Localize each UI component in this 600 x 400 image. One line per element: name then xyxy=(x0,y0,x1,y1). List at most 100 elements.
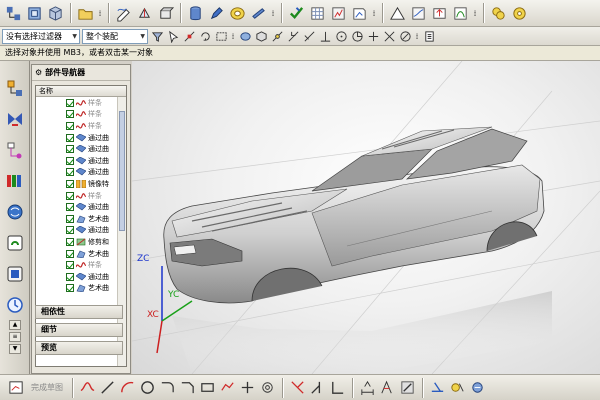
curve-icon[interactable] xyxy=(451,4,470,23)
chamfer-icon[interactable] xyxy=(179,379,196,396)
tree-row[interactable]: 通过曲 xyxy=(36,271,126,283)
visibility-checkbox[interactable] xyxy=(66,168,74,177)
snap-line-icon[interactable] xyxy=(302,29,316,43)
visibility-checkbox[interactable] xyxy=(66,133,74,142)
tree-row[interactable]: 艺术曲 xyxy=(36,213,126,225)
visibility-checkbox[interactable] xyxy=(66,226,74,235)
tree-row[interactable]: 艺术曲 xyxy=(36,248,126,260)
scroll-down-icon[interactable]: ▼ xyxy=(9,344,21,354)
dependencies-section[interactable]: 相依性 xyxy=(35,305,123,319)
snap-arc-center-icon[interactable] xyxy=(398,29,412,43)
dimension-icon[interactable] xyxy=(359,379,376,396)
point-icon[interactable] xyxy=(239,379,256,396)
selection-scope-dropdown[interactable]: 整个装配 ▼ xyxy=(82,28,148,44)
sew-icon[interactable] xyxy=(489,4,508,23)
tree-row[interactable]: 样条 xyxy=(36,190,126,202)
snap-center-icon[interactable] xyxy=(334,29,348,43)
cube-icon[interactable] xyxy=(46,4,65,23)
shaded-view-icon[interactable] xyxy=(238,29,252,43)
fillet-icon[interactable] xyxy=(159,379,176,396)
cylinder-icon[interactable] xyxy=(186,4,205,23)
toolbar-overflow-icon[interactable]: ⁞ xyxy=(97,9,103,18)
sheet-icon[interactable] xyxy=(350,4,369,23)
reuse-library-icon[interactable] xyxy=(4,170,26,192)
sketch-icon[interactable] xyxy=(114,4,133,23)
select-arrow-icon[interactable] xyxy=(166,29,180,43)
polygon-icon[interactable] xyxy=(219,379,236,396)
show-constraints-icon[interactable] xyxy=(429,379,446,396)
quick-extend-icon[interactable] xyxy=(309,379,326,396)
layer-icon[interactable] xyxy=(25,4,44,23)
profile-icon[interactable] xyxy=(79,379,96,396)
constraint-navigator-icon[interactable] xyxy=(4,108,26,130)
toolbar-overflow-icon[interactable]: ⁞ xyxy=(230,32,236,41)
cube-view-icon[interactable] xyxy=(254,29,268,43)
box-select-icon[interactable] xyxy=(214,29,228,43)
part-navigator-icon[interactable] xyxy=(4,4,23,23)
visibility-checkbox[interactable] xyxy=(66,261,74,270)
system-materials-icon[interactable] xyxy=(4,263,26,285)
tree-row[interactable]: 通过曲 xyxy=(36,155,126,167)
feature-icon[interactable] xyxy=(430,4,449,23)
check-icon[interactable] xyxy=(287,4,306,23)
visibility-checkbox[interactable] xyxy=(66,237,74,246)
grid-icon[interactable] xyxy=(308,4,327,23)
convert-reference-icon[interactable] xyxy=(469,379,486,396)
offset-icon[interactable] xyxy=(259,379,276,396)
toolbar-overflow-icon[interactable]: ⁞ xyxy=(472,9,478,18)
column-header-name[interactable]: 名称 xyxy=(36,86,126,97)
visibility-checkbox[interactable] xyxy=(66,145,74,154)
tree-row[interactable]: 通过曲 xyxy=(36,132,126,144)
tree-row[interactable]: 艺术曲 xyxy=(36,283,126,295)
circle-icon[interactable] xyxy=(139,379,156,396)
line-icon[interactable] xyxy=(99,379,116,396)
scroll-thumb[interactable] xyxy=(119,111,125,231)
open-folder-icon[interactable] xyxy=(76,4,95,23)
web-browser-icon[interactable] xyxy=(4,201,26,223)
visibility-checkbox[interactable] xyxy=(66,179,74,188)
snap-midpoint-icon[interactable] xyxy=(286,29,300,43)
extrude-icon[interactable] xyxy=(135,4,154,23)
assembly-navigator-icon[interactable] xyxy=(4,77,26,99)
tree-row[interactable]: 镜像特 xyxy=(36,178,126,190)
visibility-checkbox[interactable] xyxy=(66,214,74,223)
rectangle-icon[interactable] xyxy=(199,379,216,396)
measure-icon[interactable] xyxy=(249,4,268,23)
quick-trim-icon[interactable] xyxy=(289,379,306,396)
pen-icon[interactable] xyxy=(207,4,226,23)
visibility-checkbox[interactable] xyxy=(66,284,74,293)
surface-icon[interactable] xyxy=(409,4,428,23)
history-icon[interactable] xyxy=(4,232,26,254)
visibility-checkbox[interactable] xyxy=(66,110,74,119)
torus-icon[interactable] xyxy=(228,4,247,23)
visibility-checkbox[interactable] xyxy=(66,272,74,281)
snap-existing-point-icon[interactable] xyxy=(366,29,380,43)
tree-row[interactable]: 样条 xyxy=(36,97,126,109)
toolbar-overflow-icon[interactable]: ⁞ xyxy=(414,32,420,41)
rotate-icon[interactable] xyxy=(198,29,212,43)
constraint-icon[interactable] xyxy=(379,379,396,396)
snap-quadrant-icon[interactable] xyxy=(350,29,364,43)
list-icon[interactable] xyxy=(422,29,436,43)
type-filter-dropdown[interactable]: 没有选择过滤器 ▼ xyxy=(2,28,80,44)
toolbar-overflow-icon[interactable]: ⁞ xyxy=(270,9,276,18)
visibility-checkbox[interactable] xyxy=(66,191,74,200)
analysis-icon[interactable] xyxy=(329,4,348,23)
toolbar-overflow-icon[interactable]: ⁞ xyxy=(371,9,377,18)
tree-row[interactable]: 通过曲 xyxy=(36,201,126,213)
tree-row[interactable]: 通过曲 xyxy=(36,225,126,237)
tree-row[interactable]: 通过曲 xyxy=(36,143,126,155)
arc-icon[interactable] xyxy=(119,379,136,396)
finish-sketch-button[interactable]: 完成草图 xyxy=(28,382,66,393)
filter-icon[interactable] xyxy=(150,29,164,43)
scroll-up-icon[interactable]: ▲ xyxy=(9,320,21,330)
visibility-checkbox[interactable] xyxy=(66,98,74,107)
graphics-window[interactable]: ZC YC XC xyxy=(132,61,600,374)
visibility-checkbox[interactable] xyxy=(66,249,74,258)
tree-row[interactable]: 样条 xyxy=(36,109,126,121)
preview-section[interactable]: 预览 xyxy=(35,341,123,355)
tree-row[interactable]: 样条 xyxy=(36,259,126,271)
clock-icon[interactable] xyxy=(4,294,26,316)
point-snap-icon[interactable] xyxy=(182,29,196,43)
triangle-icon[interactable] xyxy=(388,4,407,23)
